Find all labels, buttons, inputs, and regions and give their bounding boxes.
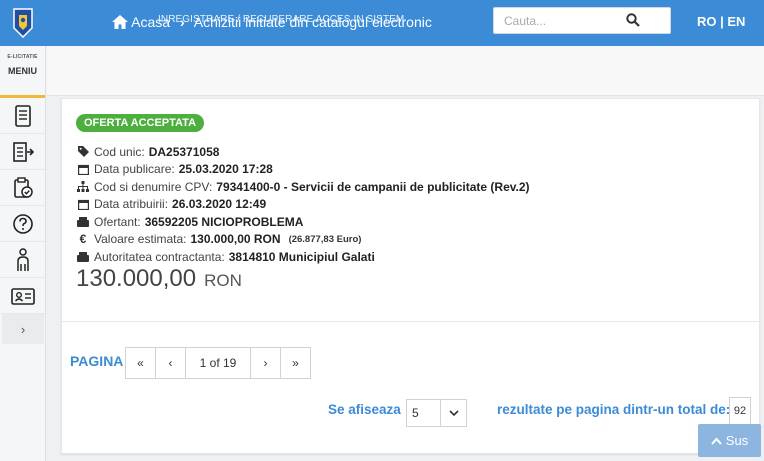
next-page-button[interactable]: › [250,347,281,379]
sidebar-expand-button[interactable]: › [2,314,44,344]
calendar-icon [76,199,90,210]
sidebar-item-help[interactable] [0,206,45,242]
document-icon [14,104,31,127]
price-currency: RON [204,271,242,290]
filter-strip [47,46,764,96]
sidebar-brand: E-LICITATIE MENIU [0,46,45,98]
building-icon [76,216,90,227]
detail-row-valoare: € Valoare estimata: 130.000,00 RON (26.8… [76,231,530,249]
logo-shield-icon [13,8,33,38]
institution-icon [76,251,90,262]
offer-price: 130.000,00 RON [76,265,242,293]
list-export-icon [12,141,34,162]
sidebar-item-lists[interactable] [0,134,45,170]
detail-row-cpv: Cod si denumire CPV: 79341400-0 - Servic… [76,178,530,196]
detail-row-autoritate: Autoritatea contractanta: 3814810 Munici… [76,248,530,266]
top-bar: Acasa › Achizitii initiate din catalogul… [0,0,764,46]
detail-label: Data atribuirii: [94,197,169,212]
calendar-icon [76,164,90,175]
brand-small-text: E-LICITATIE [7,54,38,60]
detail-value: 25.03.2020 17:28 [178,162,273,177]
detail-row-ofertant: Ofertant: 36592205 NICIOPROBLEMA [76,213,530,231]
auth-links[interactable]: INREGISTRARE / RECUPERARE ACCES IN SISTE… [158,14,404,25]
language-switch: RO | EN [697,14,745,29]
chevron-down-icon [440,400,466,426]
current-page-indicator: 1 of 19 [185,347,251,379]
pagination-label: PAGINA [70,353,124,369]
offer-card: OFERTA ACCEPTATA Cod unic: DA25371058 Da… [61,98,760,454]
home-icon[interactable] [112,15,128,32]
page-size-select[interactable]: 5 [406,399,467,427]
sidebar-item-documents[interactable] [0,98,45,134]
last-page-button[interactable]: » [280,347,311,379]
sidebar-item-user[interactable] [0,242,45,278]
divider [62,321,759,322]
detail-label: Cod unic: [94,144,145,159]
lang-separator: | [720,14,724,29]
first-page-button[interactable]: « [125,347,156,379]
pagination: « ‹ 1 of 19 › » [125,347,311,379]
search-input[interactable] [494,8,634,33]
detail-value: 26.03.2020 12:49 [172,197,267,212]
lang-ro[interactable]: RO [697,14,717,29]
prev-page-button[interactable]: ‹ [155,347,186,379]
menu-label[interactable]: MENIU [0,66,45,76]
results-suffix: rezultate pe pagina dintr-un total de: [497,402,731,417]
scroll-top-button[interactable]: Sus [698,424,761,457]
results-prefix: Se afiseaza [328,402,401,417]
euro-icon: € [79,232,87,247]
site-logo[interactable] [0,0,46,46]
detail-value: DA25371058 [148,144,220,159]
id-card-icon [10,287,35,305]
detail-value: 79341400-0 - Servicii de campanii de pub… [216,179,530,194]
detail-row-cod-unic: Cod unic: DA25371058 [76,143,530,161]
search-icon[interactable] [626,13,640,32]
page-size-value: 5 [412,406,419,420]
detail-label: Autoritatea contractanta: [94,249,225,264]
detail-value: 3814810 Municipiul Galati [228,249,375,264]
lang-en[interactable]: EN [727,14,745,29]
detail-label: Cod si denumire CPV: [94,179,213,194]
detail-label: Data publicare: [94,162,175,177]
results-total: 92 [729,397,751,425]
detail-row-data-atribuirii: Data atribuirii: 26.03.2020 12:49 [76,196,530,214]
price-amount: 130.000,00 [76,265,197,292]
detail-label: Ofertant: [94,214,141,229]
help-icon [12,213,33,234]
chevron-up-icon [711,437,722,445]
detail-value: 36592205 NICIOPROBLEMA [144,214,304,229]
sidebar-item-profile[interactable] [0,278,45,314]
clipboard-check-icon [13,176,33,198]
search-box [493,7,671,34]
detail-row-data-publicare: Data publicare: 25.03.2020 17:28 [76,161,530,179]
detail-value-euro: (26.877,83 Euro) [288,233,362,245]
tag-icon [76,146,90,158]
sidebar-item-verification[interactable] [0,170,45,206]
offer-details: Cod unic: DA25371058 Data publicare: 25.… [76,143,530,266]
detail-label: Valoare estimata: [94,232,187,247]
status-badge: OFERTA ACCEPTATA [76,114,205,132]
sidebar: E-LICITATIE MENIU › [0,46,46,461]
scroll-top-label: Sus [725,433,749,448]
sitemap-icon [76,181,90,193]
detail-value: 130.000,00 RON [190,232,281,247]
person-icon [16,247,29,271]
